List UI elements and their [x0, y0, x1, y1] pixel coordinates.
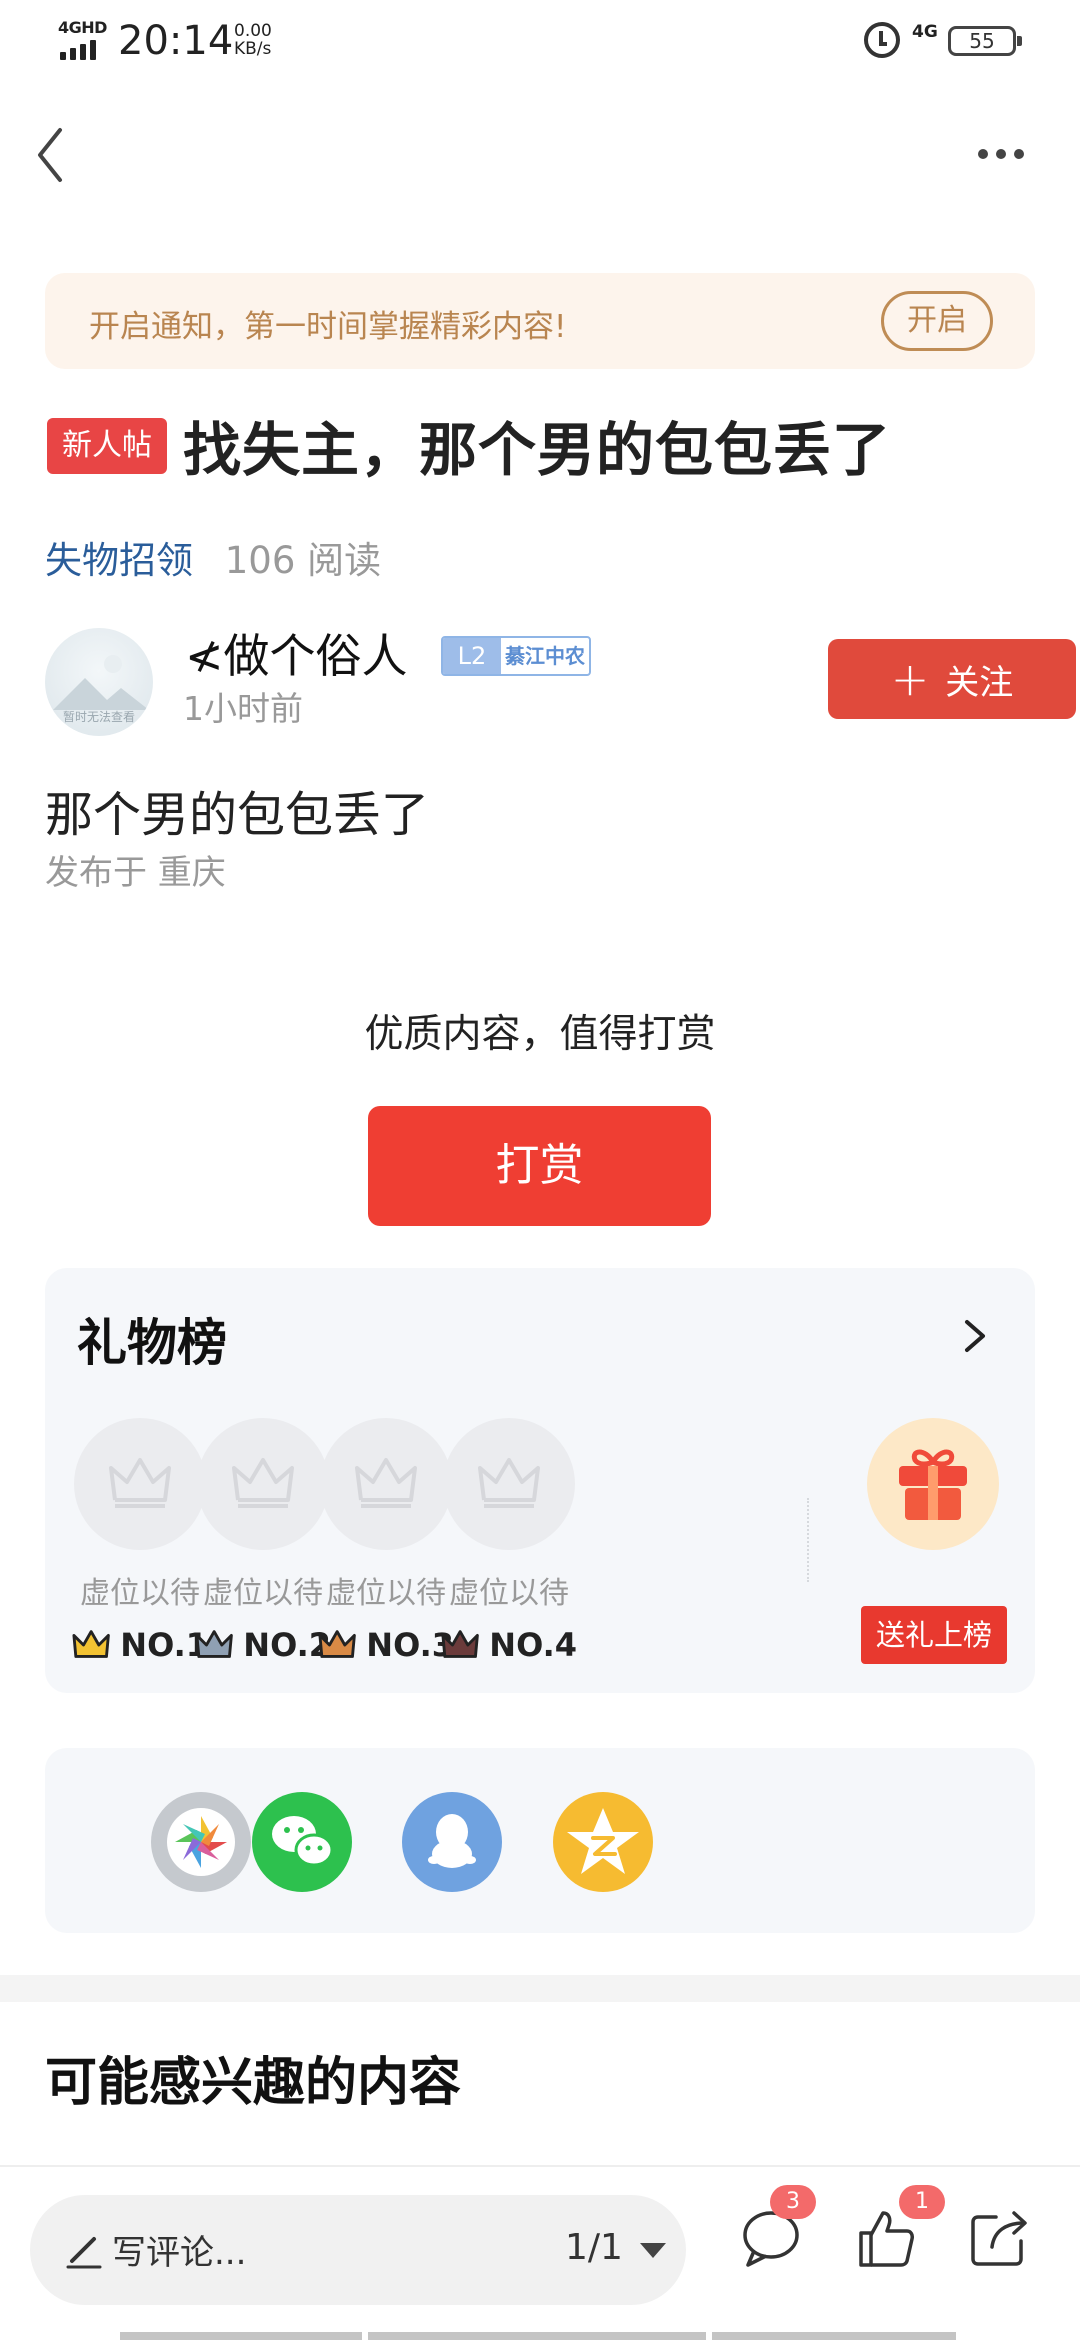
post-title: 找失主，那个男的包包丢了: [183, 416, 892, 484]
author-name[interactable]: ≮做个俗人: [185, 628, 408, 684]
avatar-caption: 暂时无法查看: [62, 710, 135, 724]
share-panel: [45, 1748, 1035, 1933]
gift-slot-3[interactable]: 虚位以待 NO.3: [318, 1418, 454, 1664]
moments-share-button[interactable]: [151, 1792, 251, 1892]
slot-label: 虚位以待: [80, 1576, 200, 1611]
level-label: L2: [443, 638, 501, 674]
empty-slot-avatar: [197, 1418, 329, 1550]
follow-button[interactable]: + 关注: [828, 639, 1076, 719]
read-count: 106 阅读: [224, 539, 382, 582]
crown-outline-icon: [355, 1458, 417, 1508]
comments-button[interactable]: 3: [740, 2185, 816, 2269]
slot-label: 虚位以待: [326, 1576, 446, 1611]
network-type: 4GHD: [58, 18, 107, 37]
gift-board: 礼物榜 虚位以待 NO.1 虚位以待 NO.2 虚位以待 NO.3 虚位以待 N…: [45, 1268, 1035, 1693]
slot-label: 虚位以待: [449, 1576, 569, 1611]
crown-bronze-icon: [318, 1630, 356, 1658]
post-body: 那个男的包包丢了: [45, 787, 430, 843]
caret-down-icon[interactable]: [640, 2243, 666, 2258]
crown-silver-icon: [195, 1630, 233, 1658]
recommended-title: 可能感兴趣的内容: [45, 2053, 462, 2113]
speed-value: 0.00: [234, 21, 272, 41]
network-speed: 0.00 KB/s: [234, 22, 272, 58]
qq-share-button[interactable]: [402, 1792, 502, 1892]
new-post-badge: 新人帖: [47, 418, 167, 474]
share-icon: [971, 2211, 1027, 2266]
post-title-row: 新人帖 找失主，那个男的包包丢了: [45, 410, 1045, 490]
slot-rank: NO.4: [441, 1626, 577, 1664]
notification-banner: 开启通知，第一时间掌握精彩内容! 开启: [45, 273, 1035, 369]
rank-text: NO.4: [489, 1626, 577, 1664]
empty-slot-avatar: [74, 1418, 206, 1550]
slot-rank: NO.2: [195, 1626, 331, 1664]
enable-notification-button[interactable]: 开启: [881, 291, 993, 351]
empty-slot-avatar: [443, 1418, 575, 1550]
notification-text: 开启通知，第一时间掌握精彩内容!: [89, 309, 567, 345]
crown-dark-icon: [441, 1630, 479, 1658]
back-arrow-icon[interactable]: [32, 126, 90, 184]
post-location: 发布于 重庆: [45, 853, 226, 893]
level-badge: L2 綦江中农: [441, 636, 591, 676]
author-row: 暂时无法查看 ≮做个俗人 L2 綦江中农 1小时前 + 关注: [45, 628, 1076, 738]
signal-icon: 4GHD: [58, 18, 108, 60]
qzone-icon: [567, 1808, 639, 1874]
gift-slot-4[interactable]: 虚位以待 NO.4: [441, 1418, 577, 1664]
speed-unit: KB/s: [234, 39, 272, 59]
wechat-share-button[interactable]: [252, 1792, 352, 1892]
mobile-data-indicator: 4G: [912, 22, 938, 42]
follow-label: 关注: [945, 662, 1014, 703]
qq-icon: [428, 1814, 476, 1868]
bottom-bar: 写评论... 1/1 3 1: [0, 2165, 1080, 2340]
post-category-link[interactable]: 失物招领: [45, 539, 193, 582]
wechat-icon: [272, 1816, 334, 1867]
battery-icon: 55: [948, 26, 1022, 56]
like-count-badge: 1: [899, 2185, 945, 2219]
alarm-icon: [864, 22, 900, 58]
avatar[interactable]: 暂时无法查看: [45, 628, 153, 736]
moments-icon: [167, 1808, 235, 1876]
level-tag: 綦江中农: [505, 644, 585, 668]
gift-board-title: 礼物榜: [77, 1314, 227, 1372]
status-bar: 4GHD 20:14 0.00 KB/s 4G 55: [0, 0, 1080, 80]
slot-rank: NO.1: [72, 1626, 208, 1664]
like-button[interactable]: 1: [855, 2185, 945, 2269]
slot-label: 虚位以待: [203, 1576, 323, 1611]
gift-slot-1[interactable]: 虚位以待 NO.1: [72, 1418, 208, 1664]
empty-slot-avatar: [320, 1418, 452, 1550]
slot-rank: NO.3: [318, 1626, 454, 1664]
status-time: 20:14: [118, 18, 234, 64]
comment-placeholder: 写评论...: [112, 2233, 247, 2273]
send-gift-button[interactable]: 送礼上榜: [861, 1606, 1007, 1664]
share-button[interactable]: [968, 2207, 1030, 2269]
chevron-right-icon[interactable]: [961, 1316, 989, 1356]
crown-gold-icon: [72, 1630, 110, 1658]
qzone-share-button[interactable]: [553, 1792, 653, 1892]
section-separator: [0, 1975, 1080, 2002]
tip-prompt: 优质内容，值得打赏: [364, 1012, 716, 1057]
page-indicator[interactable]: 1/1: [565, 2227, 623, 2268]
gift-slot-2[interactable]: 虚位以待 NO.2: [195, 1418, 331, 1664]
comment-input[interactable]: 写评论... 1/1: [30, 2195, 686, 2305]
tip-button[interactable]: 打赏: [368, 1106, 711, 1226]
post-meta: 失物招领 106 阅读: [45, 530, 382, 582]
crown-outline-icon: [232, 1458, 294, 1508]
pen-icon: [66, 2237, 102, 2269]
post-time: 1小时前: [183, 689, 303, 728]
home-indicator: [120, 2332, 960, 2340]
top-nav: [0, 120, 1080, 190]
gift-divider: [807, 1498, 809, 1582]
comment-count-badge: 3: [770, 2185, 816, 2219]
more-options-icon[interactable]: [978, 142, 1038, 166]
plus-icon: +: [890, 652, 930, 706]
gift-icon: [899, 1449, 967, 1520]
crown-outline-icon: [478, 1458, 540, 1508]
gift-box-icon[interactable]: [867, 1418, 999, 1550]
crown-outline-icon: [109, 1458, 171, 1508]
